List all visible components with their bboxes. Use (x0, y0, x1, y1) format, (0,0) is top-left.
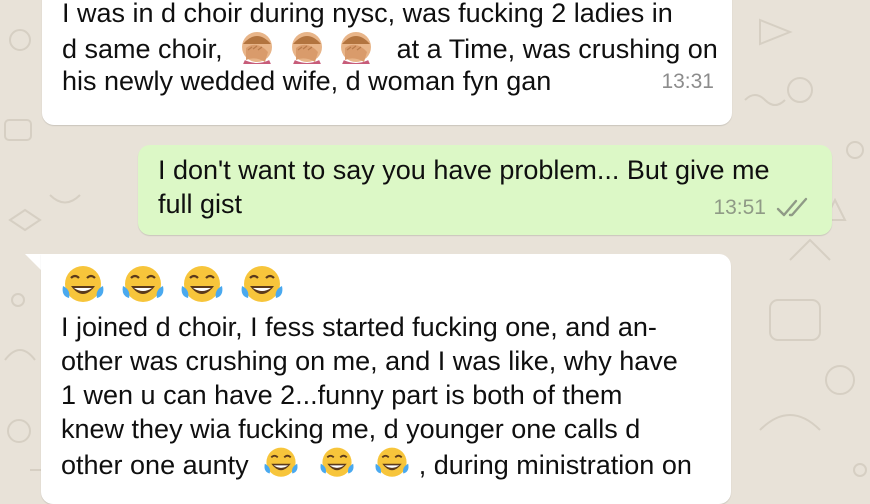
tears-of-joy-emoji-icon (262, 446, 300, 480)
message-text-line: other was crushing on me, and I was like… (61, 346, 678, 376)
message-timestamp: 13:51 (713, 196, 766, 219)
message-text-line: his newly wedded wife, d woman fyn gan (62, 66, 552, 96)
message-text-line-with-emoji: other one aunty , during ministration on (61, 446, 711, 480)
message-timestamp: 13:31 (661, 70, 714, 93)
incoming-message-1[interactable]: I was in d choir during nysc, was fuckin… (42, 0, 732, 125)
message-meta: 13:51 (713, 196, 812, 220)
message-text-fragment: at a Time, was crushing on (396, 34, 718, 64)
message-text-fragment: , during ministration on (418, 450, 692, 480)
tears-of-joy-emoji-icon (373, 446, 411, 480)
message-text-line: I joined d choir, I fess started fucking… (61, 312, 657, 342)
message-text-fragment: d same choir, (62, 34, 223, 64)
tears-of-joy-emoji-icon (121, 264, 165, 306)
tears-of-joy-emoji-icon (318, 446, 356, 480)
message-text-fragment: other one aunty (61, 450, 249, 480)
message-text-line-with-emoji: d same choir, at a Time, was crushing on (62, 30, 718, 64)
double-check-icon (776, 197, 808, 217)
message-text-line: I don't want to say you have problem... … (158, 155, 770, 185)
facepalm-emoji-icon (288, 30, 326, 64)
incoming-message-2[interactable]: I joined d choir, I fess started fucking… (41, 254, 731, 504)
tears-of-joy-emoji-icon (61, 264, 105, 306)
message-meta: 13:31 (661, 70, 714, 94)
facepalm-emoji-icon (238, 30, 276, 64)
message-text-line: 1 wen u can have 2...funny part is both … (61, 380, 623, 410)
message-text-line: knew they wia fucking me, d younger one … (61, 414, 641, 444)
facepalm-emoji-icon (337, 30, 375, 64)
outgoing-message-1[interactable]: I don't want to say you have problem... … (138, 145, 832, 235)
emoji-row (61, 264, 711, 310)
tears-of-joy-emoji-icon (180, 264, 224, 306)
message-text-line: I was in d choir during nysc, was fuckin… (62, 0, 673, 28)
tears-of-joy-emoji-icon (240, 264, 284, 306)
